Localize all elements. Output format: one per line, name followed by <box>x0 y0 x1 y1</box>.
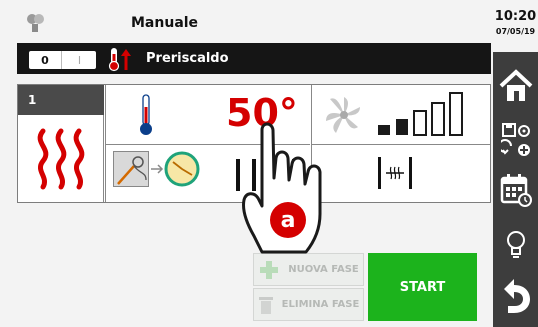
delete-phase-button[interactable]: ELIMINA FASE <box>253 288 364 321</box>
vent-cell[interactable] <box>311 145 490 202</box>
timer-cell[interactable] <box>105 145 205 202</box>
light-button[interactable] <box>493 224 538 264</box>
vent-icon <box>376 157 414 189</box>
phase-number-tab[interactable]: 1 <box>18 85 104 115</box>
trash-icon <box>258 295 274 315</box>
back-icon <box>503 279 530 313</box>
toggle-on-label: 0 <box>29 51 62 69</box>
start-button[interactable]: START <box>368 253 477 321</box>
back-button[interactable] <box>493 272 538 320</box>
hand-badge-letter: a <box>280 207 296 233</box>
home-button[interactable] <box>493 63 538 109</box>
toggle-off-label: I <box>77 53 82 67</box>
preheat-toggle[interactable]: 0 I <box>29 51 96 69</box>
time: 10:20 <box>494 9 537 24</box>
thermometer-icon <box>138 93 154 137</box>
calendar-icon <box>500 174 532 207</box>
calendar-button[interactable] <box>493 168 538 212</box>
preheat-label: Preriscaldo <box>146 51 229 66</box>
swap-arrow-icon <box>150 161 164 175</box>
add-phase-label: NUOVA FASE <box>288 264 359 275</box>
clock-panel: 10:20 07/05/19 <box>493 0 538 52</box>
user-icon[interactable] <box>24 12 46 34</box>
signal-bars-icon <box>376 89 472 137</box>
bulb-icon <box>506 231 525 258</box>
right-sidebar: 10:20 07/05/19 <box>493 0 538 327</box>
fan-cell[interactable] <box>311 85 490 145</box>
delete-phase-label: ELIMINA FASE <box>281 299 360 310</box>
clock-icon <box>164 151 200 187</box>
phase-number: 1 <box>28 93 37 107</box>
plus-icon <box>258 260 280 279</box>
save-settings-icon <box>500 123 530 156</box>
preheat-thermometer-icon <box>108 46 134 72</box>
save-settings-button[interactable] <box>493 118 538 162</box>
hand-badge: a <box>270 202 306 238</box>
home-icon <box>499 69 532 101</box>
date: 07/05/19 <box>495 27 536 36</box>
hand-pointer-icon: a <box>232 118 332 260</box>
page-title: Manuale <box>131 15 199 31</box>
probe-icon <box>113 151 149 187</box>
heat-icon[interactable] <box>18 115 104 202</box>
